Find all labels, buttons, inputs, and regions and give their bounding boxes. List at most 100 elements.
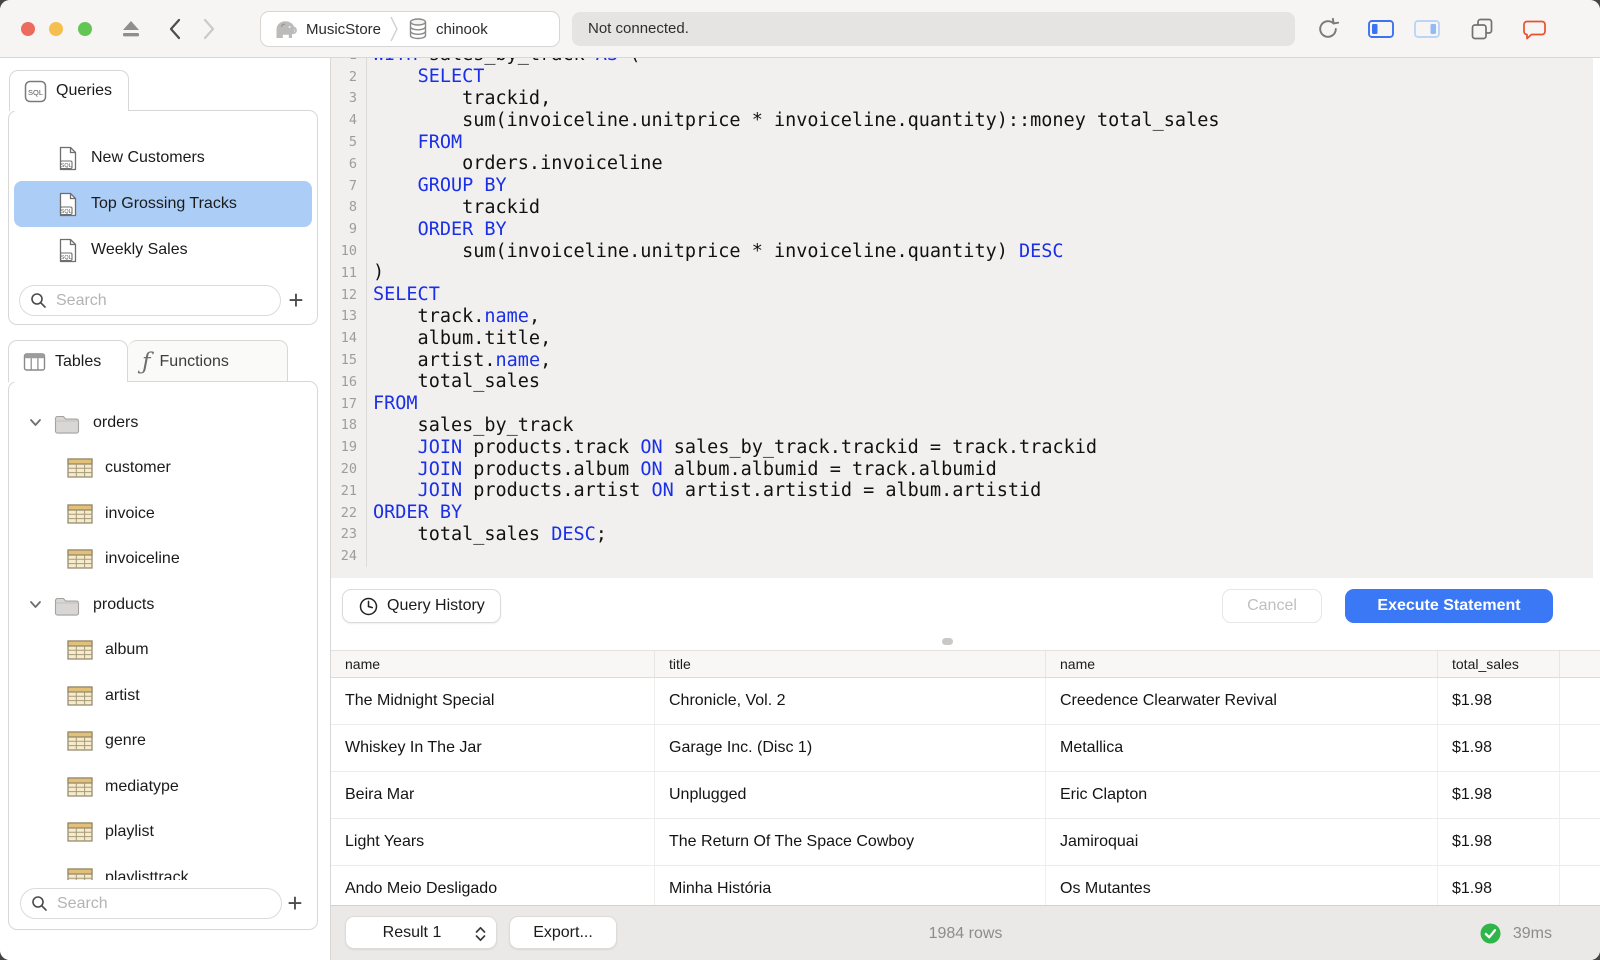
code-line: 15 artist. name,	[331, 349, 1593, 371]
toggle-right-sidebar-button[interactable]	[1412, 14, 1442, 44]
result-cell-filler	[1560, 819, 1600, 865]
tree-table-row[interactable]: mediatype	[9, 764, 317, 810]
result-row[interactable]: Beira Mar Unplugged Eric Clapton $1.98	[331, 772, 1600, 819]
result-cell: Whiskey In The Jar	[331, 725, 655, 771]
tables-search-input[interactable]	[55, 893, 271, 914]
line-number: 22	[340, 504, 357, 521]
result-row[interactable]: The Midnight Special Chronicle, Vol. 2 Cre…	[331, 678, 1600, 725]
tables-search[interactable]	[20, 888, 282, 919]
line-number: 7	[348, 177, 357, 194]
result-cell-filler	[1560, 678, 1600, 724]
toolbar: MusicStore chinook Not connected.	[0, 0, 1600, 58]
toggle-left-sidebar-button[interactable]	[1366, 14, 1396, 44]
tree-schema-row[interactable]: orders	[9, 400, 317, 446]
feedback-button[interactable]	[1520, 14, 1550, 44]
result-cell: Creedence Clearwater Revival	[1046, 678, 1438, 724]
result-row[interactable]: Ando Meio Desligado Minha História Os Muta…	[331, 866, 1600, 905]
add-table-button[interactable]: +	[280, 886, 310, 920]
column-header[interactable]: total_sales	[1438, 651, 1560, 677]
tab-tables[interactable]: Tables	[8, 340, 128, 382]
line-number: 19	[340, 439, 357, 456]
chevron-down-icon[interactable]	[29, 600, 43, 609]
column-header[interactable]: title	[655, 651, 1046, 677]
column-header[interactable]: name	[331, 651, 655, 677]
tables-search-row: +	[10, 880, 316, 928]
tree-table-row[interactable]: invoice	[9, 491, 317, 537]
tree-table-row[interactable]: customer	[9, 446, 317, 492]
line-number: 14	[340, 330, 357, 347]
code-line: 9 ORDER BY	[331, 218, 1593, 241]
success-check-icon	[1480, 923, 1501, 944]
result-row[interactable]: Whiskey In The Jar Garage Inc. (Disc 1) Me…	[331, 725, 1600, 772]
table-icon	[67, 457, 93, 479]
close-button[interactable]	[21, 22, 35, 36]
queries-search[interactable]	[19, 285, 281, 316]
line-number: 5	[348, 134, 357, 151]
back-button[interactable]	[160, 14, 190, 44]
minimize-button[interactable]	[49, 22, 63, 36]
sql-editor[interactable]: 1WITH sales_by_track AS (2 SELECT3 track…	[331, 58, 1593, 578]
table-icon	[67, 685, 93, 707]
sql-file-icon: SQL	[58, 192, 78, 217]
result-cell: The Return Of The Space Cowboy	[655, 819, 1046, 865]
query-list: SQL New Customers SQL Top Grossing Tracks SQ…	[9, 135, 317, 273]
code-line: 14 album.title,	[331, 327, 1593, 350]
tab-queries[interactable]: SQL Queries	[9, 70, 129, 111]
result-row[interactable]: Light Years The Return Of The Space Cowbo…	[331, 819, 1600, 866]
tree-table-row[interactable]: genre	[9, 719, 317, 765]
forward-button[interactable]	[194, 14, 224, 44]
breadcrumb-database[interactable]: chinook	[436, 21, 488, 38]
query-list-item[interactable]: SQL Top Grossing Tracks	[14, 181, 312, 227]
code-line: 7 GROUP BY	[331, 174, 1593, 197]
add-query-button[interactable]: +	[281, 283, 311, 317]
table-icon	[67, 639, 93, 661]
zoom-button[interactable]	[78, 22, 92, 36]
column-header[interactable]: name	[1046, 651, 1438, 677]
query-list-item[interactable]: SQL Weekly Sales	[14, 227, 312, 273]
result-cell: Garage Inc. (Disc 1)	[655, 725, 1046, 771]
queries-search-input[interactable]	[54, 290, 270, 311]
table-columns-icon	[23, 352, 46, 372]
tab-functions[interactable]: ƒ Functions	[128, 340, 288, 382]
splitter-drag-handle[interactable]	[942, 638, 953, 645]
result-cell: Jamiroquai	[1046, 819, 1438, 865]
code-line: 16 total_sales	[331, 370, 1593, 393]
query-history-button[interactable]: Query History	[342, 589, 501, 623]
query-list-item[interactable]: SQL New Customers	[14, 135, 312, 181]
table-label: customer	[105, 459, 171, 477]
tree-schema-row[interactable]: products	[9, 582, 317, 628]
eject-icon	[120, 20, 142, 38]
refresh-button[interactable]	[1313, 14, 1343, 44]
eject-button[interactable]	[116, 14, 146, 44]
code-line: 21 JOIN products.artist ON artist.artist…	[331, 479, 1593, 502]
queries-panel: SQL New Customers SQL Top Grossing Tracks SQ…	[8, 110, 318, 325]
result-cell: Unplugged	[655, 772, 1046, 818]
result-cell: $1.98	[1438, 819, 1560, 865]
tree-table-row[interactable]: album	[9, 628, 317, 674]
tree-table-row[interactable]: playlist	[9, 810, 317, 856]
line-number: 23	[340, 526, 357, 543]
breadcrumb-connection[interactable]: MusicStore	[306, 21, 381, 38]
footer-bar: Result 1 Export... 1984 rows 39ms	[331, 905, 1600, 960]
line-number: 18	[340, 417, 357, 434]
window-list-button[interactable]	[1467, 14, 1497, 44]
search-icon	[31, 895, 48, 912]
tab-queries-label: Queries	[56, 82, 113, 99]
execute-statement-button[interactable]: Execute Statement	[1345, 589, 1553, 623]
line-number: 6	[348, 155, 357, 172]
cancel-button[interactable]: Cancel	[1222, 589, 1322, 623]
code-line: 4 sum(invoiceline.unitprice * invoicelin…	[331, 109, 1593, 132]
code-line: 6 orders.invoiceline	[331, 152, 1593, 175]
tree-table-row[interactable]: invoiceline	[9, 537, 317, 583]
result-cell-filler	[1560, 725, 1600, 771]
tab-tables-label: Tables	[55, 352, 102, 370]
chevron-down-icon[interactable]	[29, 418, 43, 427]
windows-icon	[1469, 16, 1495, 42]
code-line: 3 trackid,	[331, 87, 1593, 110]
breadcrumb[interactable]: MusicStore chinook	[260, 11, 560, 47]
table-icon	[67, 503, 93, 525]
line-number: 8	[348, 199, 357, 216]
code-line: 1WITH sales_by_track AS (	[331, 58, 1593, 66]
tree-table-row[interactable]: artist	[9, 673, 317, 719]
schema-label: products	[93, 595, 155, 613]
